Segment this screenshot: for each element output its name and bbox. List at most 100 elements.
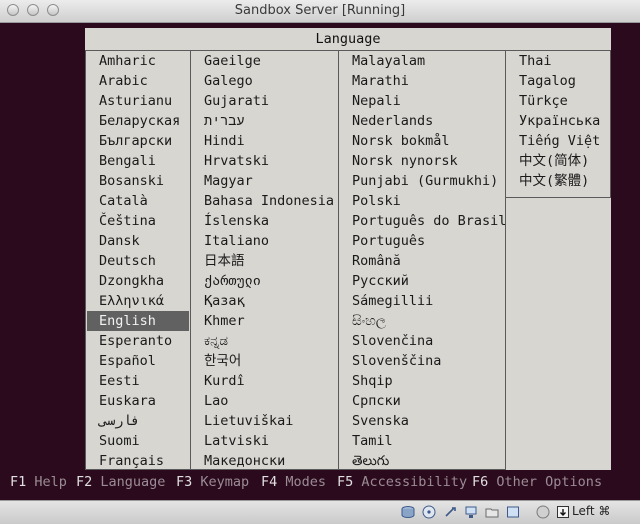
language-option[interactable]: Eesti <box>86 371 190 391</box>
language-option[interactable]: Deutsch <box>86 251 190 271</box>
network-icon[interactable] <box>464 505 478 519</box>
language-option[interactable]: Euskara <box>86 391 190 411</box>
language-option[interactable]: Kurdî <box>191 371 338 391</box>
language-option[interactable]: Latviski <box>191 431 338 451</box>
fkey-key: F6 <box>472 474 489 490</box>
language-option[interactable]: Русский <box>339 271 505 291</box>
fkey-accessibility[interactable]: F5 Accessibility <box>337 471 467 493</box>
fkey-other-options[interactable]: F6 Other Options <box>472 471 602 493</box>
language-option[interactable]: Lao <box>191 391 338 411</box>
cd-icon[interactable] <box>422 505 436 519</box>
language-option[interactable]: Українська <box>506 111 610 131</box>
vm-window: Sandbox Server [Running] Language Amhari… <box>0 0 640 524</box>
language-option[interactable]: Tagalog <box>506 71 610 91</box>
title-bar[interactable]: Sandbox Server [Running] <box>0 0 640 23</box>
language-option[interactable]: Қазақ <box>191 291 338 311</box>
language-option[interactable]: Svenska <box>339 411 505 431</box>
language-option[interactable]: සිංහල <box>339 311 505 331</box>
language-column-2: Gaeilge Galego Gujarati עברית Hindi Hrvatski M… <box>190 50 339 470</box>
language-option[interactable]: Gujarati <box>191 91 338 111</box>
language-option[interactable]: Dansk <box>86 231 190 251</box>
fkey-label: Other Options <box>496 474 603 490</box>
language-option[interactable]: Nederlands <box>339 111 505 131</box>
language-column-4: Thai Tagalog Türkçe Українська Tiếng Việt 中文(… <box>505 50 611 198</box>
shared-folder-icon[interactable] <box>485 505 499 519</box>
fkey-modes[interactable]: F4 Modes <box>261 471 326 493</box>
language-option[interactable]: Hindi <box>191 131 338 151</box>
language-option[interactable]: Español <box>86 351 190 371</box>
language-option[interactable]: Français <box>86 451 190 471</box>
fkey-keymap[interactable]: F3 Keymap <box>176 471 249 493</box>
language-option[interactable]: Türkçe <box>506 91 610 111</box>
language-option[interactable]: Hrvatski <box>191 151 338 171</box>
language-option[interactable]: Thai <box>506 51 610 71</box>
language-option[interactable]: Italiano <box>191 231 338 251</box>
capture-icon[interactable] <box>536 505 550 519</box>
language-option[interactable]: తెలుగు <box>339 451 505 471</box>
display-icon[interactable] <box>506 505 520 519</box>
language-option[interactable]: Polski <box>339 191 505 211</box>
fkey-language[interactable]: F2 Language <box>76 471 165 493</box>
language-option[interactable]: Bengali <box>86 151 190 171</box>
language-option[interactable]: Galego <box>191 71 338 91</box>
language-option[interactable]: Беларуская <box>86 111 190 131</box>
language-option[interactable]: Marathi <box>339 71 505 91</box>
fkey-help[interactable]: F1 Help <box>10 471 67 493</box>
language-option[interactable]: 日本語 <box>191 251 338 271</box>
language-option[interactable]: Română <box>339 251 505 271</box>
language-option[interactable]: Bahasa Indonesia <box>191 191 338 211</box>
language-option[interactable]: Asturianu <box>86 91 190 111</box>
language-option[interactable]: Ελληνικά <box>86 291 190 311</box>
language-option[interactable]: Català <box>86 191 190 211</box>
language-option[interactable]: Norsk bokmål <box>339 131 505 151</box>
fkey-label: Keymap <box>200 474 250 490</box>
language-option[interactable]: Esperanto <box>86 331 190 351</box>
language-option[interactable]: Čeština <box>86 211 190 231</box>
language-option[interactable]: Português do Brasil <box>339 211 506 231</box>
language-option[interactable]: 한국어 <box>191 351 338 371</box>
language-option[interactable]: ქართული <box>191 271 338 291</box>
language-option[interactable]: Punjabi (Gurmukhi) <box>339 171 505 191</box>
language-option[interactable]: עברית <box>191 111 338 131</box>
language-option[interactable]: Српски <box>339 391 505 411</box>
language-option[interactable]: 中文(繁體) <box>506 171 610 191</box>
language-option[interactable]: Български <box>86 131 190 151</box>
language-option[interactable]: Sámegillii <box>339 291 505 311</box>
language-option[interactable]: Slovenščina <box>339 351 505 371</box>
language-option[interactable]: Norsk nynorsk <box>339 151 505 171</box>
language-option[interactable]: Português <box>339 231 505 251</box>
language-option[interactable]: Македонски <box>191 451 338 471</box>
language-option[interactable]: Slovenčina <box>339 331 505 351</box>
language-option[interactable]: Shqip <box>339 371 505 391</box>
language-option[interactable]: 中文(简体) <box>506 151 610 171</box>
language-option[interactable]: Magyar <box>191 171 338 191</box>
language-option[interactable]: Bosanski <box>86 171 190 191</box>
language-option[interactable]: Amharic <box>86 51 190 71</box>
language-option[interactable]: ಕನ್ನಡ <box>191 331 338 351</box>
language-option[interactable]: Tamil <box>339 431 505 451</box>
fkey-key: F5 <box>337 474 354 490</box>
language-option[interactable]: Khmer <box>191 311 338 331</box>
language-option[interactable]: Arabic <box>86 71 190 91</box>
function-key-bar: F1 Help F2 Language F3 Keymap F4 Modes F… <box>0 471 640 493</box>
language-option[interactable]: Lietuviškai <box>191 411 338 431</box>
language-option[interactable]: Íslenska <box>191 211 338 231</box>
language-option[interactable]: English <box>87 311 189 331</box>
usb-icon[interactable] <box>443 505 457 519</box>
status-bar: Left ⌘ <box>0 500 640 524</box>
language-dialog: Language Amharic Arabic Asturianu Беларуска… <box>85 28 611 470</box>
language-option[interactable]: Tiếng Việt <box>506 131 610 151</box>
host-key-label: Left ⌘ <box>572 504 611 518</box>
language-option[interactable]: Dzongkha <box>86 271 190 291</box>
window-title: Sandbox Server [Running] <box>234 3 406 18</box>
mouse-integration-icon[interactable] <box>556 505 570 519</box>
fkey-key: F2 <box>76 474 93 490</box>
vm-screen[interactable]: Language Amharic Arabic Asturianu Беларуска… <box>0 23 640 499</box>
fkey-key: F4 <box>261 474 278 490</box>
hard-disk-icon[interactable] <box>401 505 415 519</box>
language-option[interactable]: Malayalam <box>339 51 505 71</box>
language-option[interactable]: Gaeilge <box>191 51 338 71</box>
language-option[interactable]: Suomi <box>86 431 190 451</box>
language-option[interactable]: فارسی <box>86 411 190 431</box>
language-option[interactable]: Nepali <box>339 91 505 111</box>
